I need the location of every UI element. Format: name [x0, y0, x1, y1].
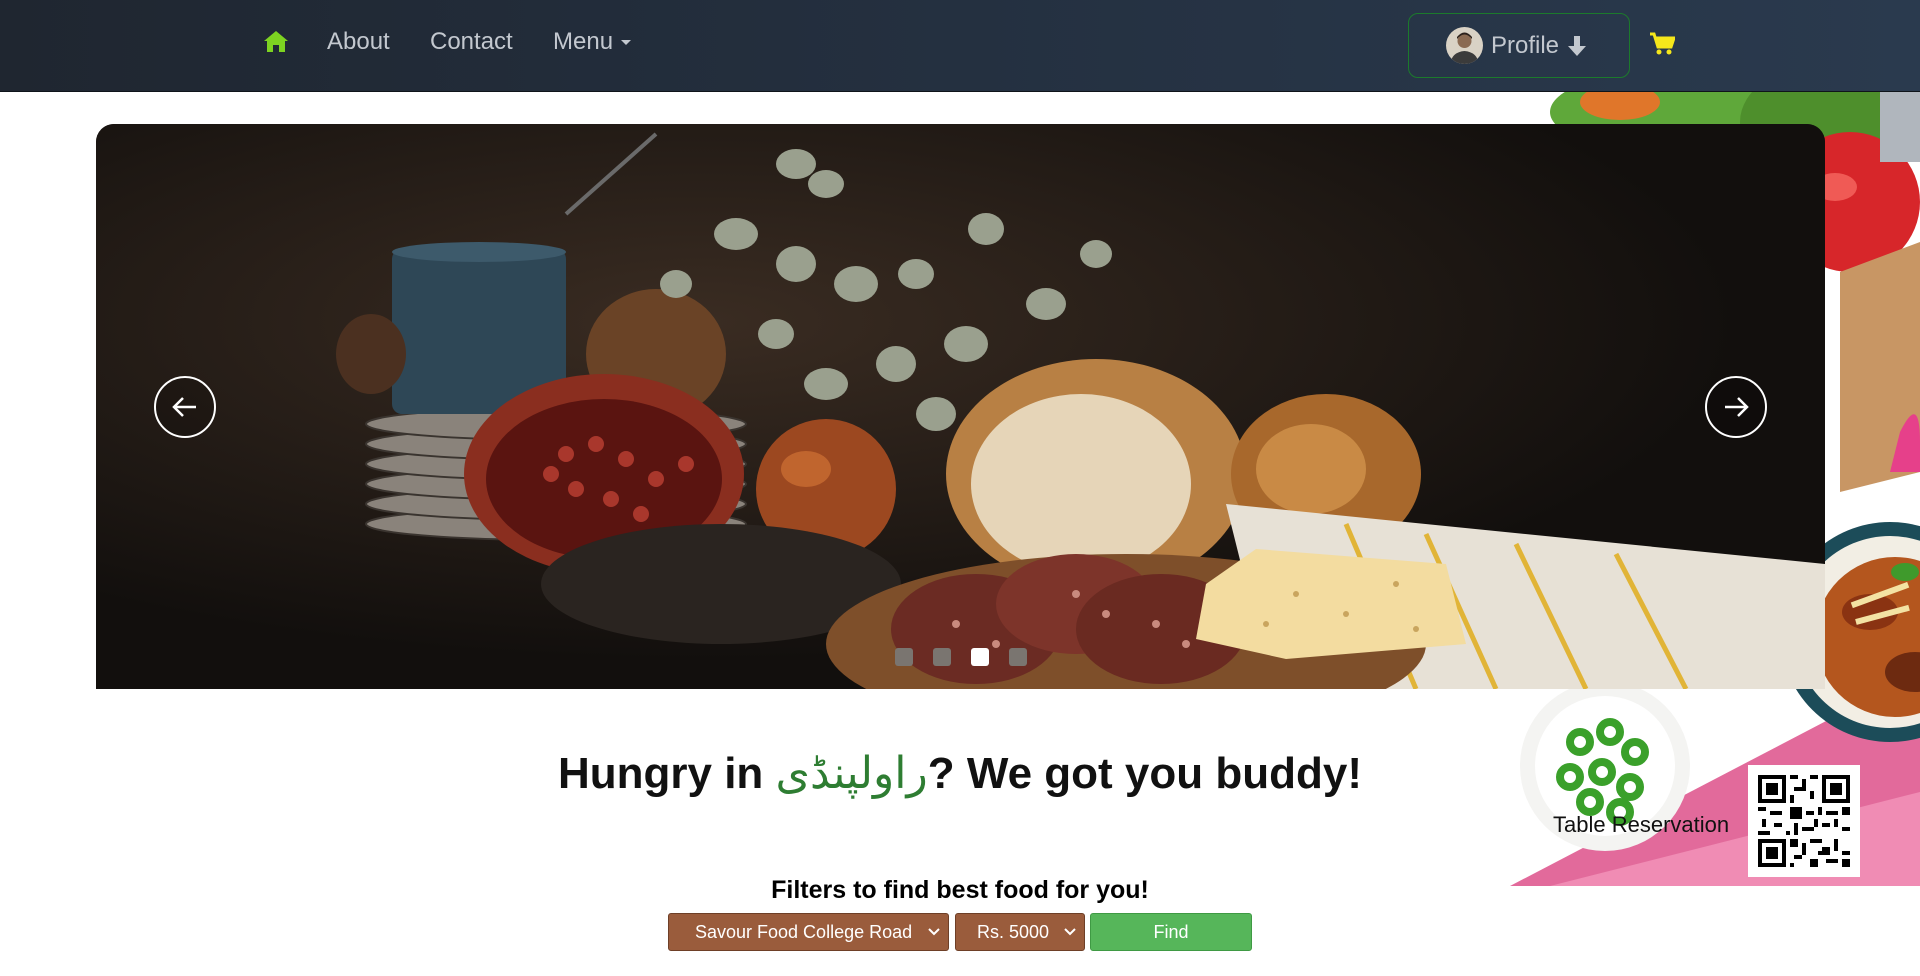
nav-contact-link[interactable]: Contact	[430, 28, 513, 56]
restaurant-select[interactable]: Savour Food College Road	[668, 913, 949, 951]
arrow-right-icon	[1725, 397, 1749, 417]
table-reservation-label: Table Reservation	[1553, 812, 1730, 837]
profile-button[interactable]: Profile	[1408, 13, 1630, 78]
shopping-cart-icon[interactable]	[1649, 32, 1675, 56]
restaurant-select-value: Savour Food College Road	[695, 921, 913, 942]
nav-about-link[interactable]: About	[327, 28, 390, 56]
arrow-left-icon	[172, 397, 196, 417]
carousel-prev-button[interactable]	[154, 376, 216, 438]
headline-suffix: ? We got you buddy!	[927, 749, 1363, 798]
filters-title: Filters to find best food for you!	[771, 876, 1149, 904]
price-select-value: Rs. 5000	[977, 921, 1050, 942]
chevron-down-icon	[928, 928, 940, 936]
headline-prefix: Hungry in	[557, 749, 776, 798]
carousel-dot-2[interactable]	[933, 648, 951, 666]
carousel-dot-3[interactable]	[971, 648, 989, 666]
page-headline: Hungry in راولپنڈی? We got you buddy!	[0, 748, 1920, 799]
top-navbar: About Contact Menu Profile	[0, 0, 1920, 92]
carousel-dot-4[interactable]	[1009, 648, 1027, 666]
nav-menu-label: Menu	[553, 28, 614, 55]
qr-code[interactable]	[1748, 765, 1860, 877]
home-icon[interactable]	[263, 29, 289, 53]
carousel-next-button[interactable]	[1705, 376, 1767, 438]
hero-slide-image	[96, 124, 1825, 689]
find-button[interactable]: Find	[1090, 913, 1252, 951]
arrow-down-icon	[1568, 35, 1587, 56]
carousel-indicators	[895, 648, 1027, 666]
hero-carousel	[96, 124, 1825, 689]
price-select[interactable]: Rs. 5000	[955, 913, 1085, 951]
chevron-down-icon	[1064, 928, 1076, 936]
nav-menu-dropdown[interactable]: Menu	[553, 28, 632, 56]
profile-label: Profile	[1491, 31, 1560, 59]
carousel-dot-1[interactable]	[895, 648, 913, 666]
caret-down-icon	[621, 40, 632, 46]
headline-city: راولپنڈی	[775, 748, 928, 799]
avatar	[1446, 27, 1483, 64]
